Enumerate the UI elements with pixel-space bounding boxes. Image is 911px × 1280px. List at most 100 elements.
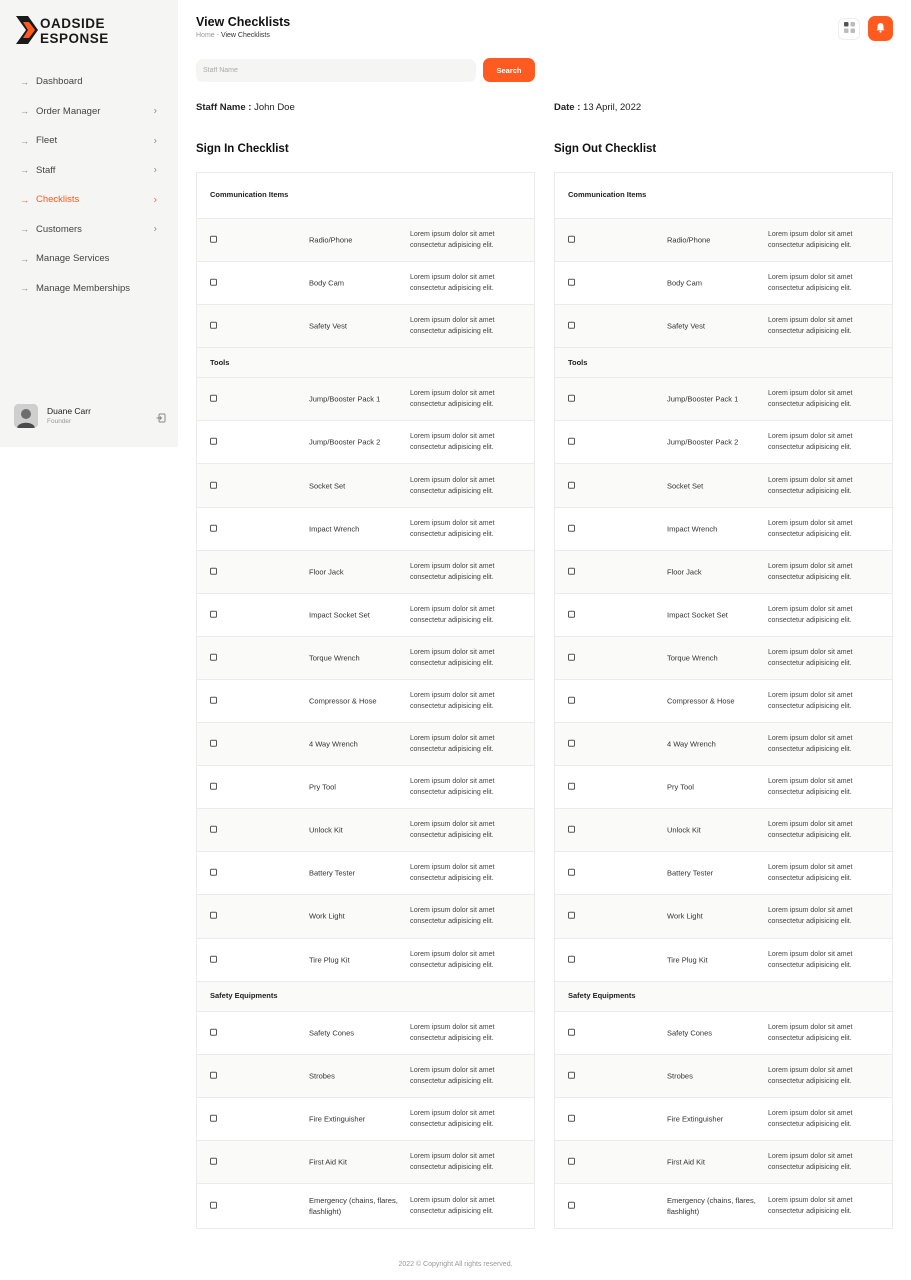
sign-in-item-checkbox[interactable] <box>210 321 217 329</box>
table-row: First Aid Kit Lorem ipsum dolor sit amet … <box>197 1141 534 1185</box>
sidebar-item-label: Dashboard <box>36 76 83 88</box>
sign-out-item-checkbox[interactable] <box>568 869 575 877</box>
sign-in-item-checkbox[interactable] <box>210 739 217 747</box>
sign-in-checklist-title: Sign In Checklist <box>196 143 289 155</box>
sidebar-item-manage-memberships[interactable]: → Manage Memberships <box>0 274 178 304</box>
table-row: Jump/Booster Pack 2 Lorem ipsum dolor sit… <box>555 421 892 465</box>
sign-in-item-checkbox[interactable] <box>210 912 217 920</box>
sign-in-item-checkbox[interactable] <box>210 1158 217 1166</box>
sign-out-item-checkbox[interactable] <box>568 696 575 704</box>
item-description: Lorem ipsum dolor sit amet consectetur a… <box>768 778 853 797</box>
item-name: Impact Wrench <box>309 524 360 534</box>
breadcrumb-current: View Checklists <box>220 32 270 39</box>
sign-out-item-checkbox[interactable] <box>568 653 575 661</box>
sign-out-item-checkbox[interactable] <box>568 955 575 963</box>
table-row: Safety Cones Lorem ipsum dolor sit amet c… <box>555 1012 892 1056</box>
item-description: Lorem ipsum dolor sit amet consectetur a… <box>768 821 853 840</box>
sign-in-item-checkbox[interactable] <box>210 869 217 877</box>
group-header-row: Safety Equipments <box>197 981 534 1013</box>
sign-out-item-checkbox[interactable] <box>568 1115 575 1123</box>
sign-in-item-checkbox[interactable] <box>210 653 217 661</box>
sign-in-item-checkbox[interactable] <box>210 826 217 834</box>
item-description: Lorem ipsum dolor sit amet consectetur a… <box>410 476 495 495</box>
sign-out-item-checkbox[interactable] <box>568 826 575 834</box>
sign-out-item-checkbox[interactable] <box>568 610 575 618</box>
chevron-right-icon: › <box>153 164 157 176</box>
sign-in-item-checkbox[interactable] <box>210 438 217 446</box>
table-row: First Aid Kit Lorem ipsum dolor sit amet … <box>555 1141 892 1185</box>
roadside-response-logo[interactable]: OADSIDE ESPONSE <box>14 14 154 46</box>
sign-in-item-checkbox[interactable] <box>210 1201 217 1209</box>
sign-in-item-checkbox[interactable] <box>210 696 217 704</box>
item-name: Radio/Phone <box>667 235 711 245</box>
sidebar-item-label: Order Manager <box>36 105 101 117</box>
group-header-row: Tools <box>197 347 534 379</box>
item-description: Lorem ipsum dolor sit amet consectetur a… <box>768 1153 853 1172</box>
sidebar-item-order-manager[interactable]: → Order Manager › <box>0 97 178 127</box>
sign-out-item-checkbox[interactable] <box>568 782 575 790</box>
table-row: Fire Extinguisher Lorem ipsum dolor sit a… <box>197 1098 534 1142</box>
item-description: Lorem ipsum dolor sit amet consectetur a… <box>768 648 853 667</box>
sign-out-item-checkbox[interactable] <box>568 278 575 286</box>
item-name: Socket Set <box>667 481 704 491</box>
sign-out-item-checkbox[interactable] <box>568 481 575 489</box>
sign-in-item-checkbox[interactable] <box>210 610 217 618</box>
item-description: Lorem ipsum dolor sit amet consectetur a… <box>410 1024 495 1043</box>
staff-name-search-input[interactable] <box>196 59 476 82</box>
sign-in-item-checkbox[interactable] <box>210 481 217 489</box>
sign-in-item-checkbox[interactable] <box>210 955 217 963</box>
item-name: First Aid Kit <box>667 1157 705 1167</box>
date-info: Date : 13 April, 2022 <box>554 102 641 113</box>
sign-out-item-checkbox[interactable] <box>568 739 575 747</box>
sign-in-item-checkbox[interactable] <box>210 567 217 575</box>
sidebar-item-checklists[interactable]: → Checklists › <box>0 185 178 215</box>
sign-out-item-checkbox[interactable] <box>568 1201 575 1209</box>
sign-out-item-checkbox[interactable] <box>568 567 575 575</box>
sign-in-item-checkbox[interactable] <box>210 395 217 403</box>
sign-out-item-checkbox[interactable] <box>568 1158 575 1166</box>
sidebar-item-manage-services[interactable]: → Manage Services <box>0 244 178 274</box>
sign-out-item-checkbox[interactable] <box>568 912 575 920</box>
arrow-right-icon: → <box>20 135 29 146</box>
sign-in-item-checkbox[interactable] <box>210 278 217 286</box>
table-row: Unlock Kit Lorem ipsum dolor sit amet con… <box>555 809 892 853</box>
sign-out-item-checkbox[interactable] <box>568 395 575 403</box>
user-profile[interactable]: Duane Carr Founder <box>14 404 166 430</box>
sidebar-item-label: Customers <box>36 223 82 235</box>
sign-in-item-checkbox[interactable] <box>210 1115 217 1123</box>
search-button[interactable]: Search <box>483 58 535 82</box>
sidebar-item-fleet[interactable]: → Fleet › <box>0 126 178 156</box>
item-name: Work Light <box>667 911 703 921</box>
sign-out-item-checkbox[interactable] <box>568 321 575 329</box>
sign-in-item-checkbox[interactable] <box>210 1028 217 1036</box>
sign-out-item-checkbox[interactable] <box>568 524 575 532</box>
sign-in-item-checkbox[interactable] <box>210 782 217 790</box>
sign-in-item-checkbox[interactable] <box>210 235 217 243</box>
breadcrumb-home[interactable]: Home <box>196 32 215 39</box>
group-name: Tools <box>210 357 230 367</box>
item-description: Lorem ipsum dolor sit amet consectetur a… <box>410 605 495 624</box>
item-name: First Aid Kit <box>309 1157 347 1167</box>
sign-in-item-checkbox[interactable] <box>210 524 217 532</box>
sign-out-item-checkbox[interactable] <box>568 438 575 446</box>
table-row: Emergency (chains, flares, flashlight) Lo… <box>197 1184 534 1228</box>
sidebar-item-dashboard[interactable]: → Dashboard <box>0 67 178 97</box>
table-row: Safety Vest Lorem ipsum dolor sit amet co… <box>555 304 892 348</box>
apps-button[interactable] <box>838 18 860 40</box>
arrow-right-icon: → <box>20 224 29 235</box>
group-name: Communication Items <box>568 190 647 200</box>
sidebar-nav: → Dashboard → Order Manager › → Fleet › → Staff › →… <box>0 67 178 303</box>
notifications-button[interactable] <box>868 16 893 41</box>
table-row: Pry Tool Lorem ipsum dolor sit amet conse… <box>197 766 534 810</box>
group-header-row: Tools <box>555 347 892 379</box>
item-description: Lorem ipsum dolor sit amet consectetur a… <box>768 1067 853 1086</box>
sign-out-item-checkbox[interactable] <box>568 235 575 243</box>
item-name: Strobes <box>309 1071 335 1081</box>
sign-out-item-checkbox[interactable] <box>568 1028 575 1036</box>
table-row: Impact Wrench Lorem ipsum dolor sit amet … <box>197 507 534 551</box>
sidebar-item-customers[interactable]: → Customers › <box>0 215 178 245</box>
sign-out-item-checkbox[interactable] <box>568 1072 575 1080</box>
logout-icon[interactable] <box>156 410 166 423</box>
sign-in-item-checkbox[interactable] <box>210 1072 217 1080</box>
sidebar-item-staff[interactable]: → Staff › <box>0 156 178 186</box>
